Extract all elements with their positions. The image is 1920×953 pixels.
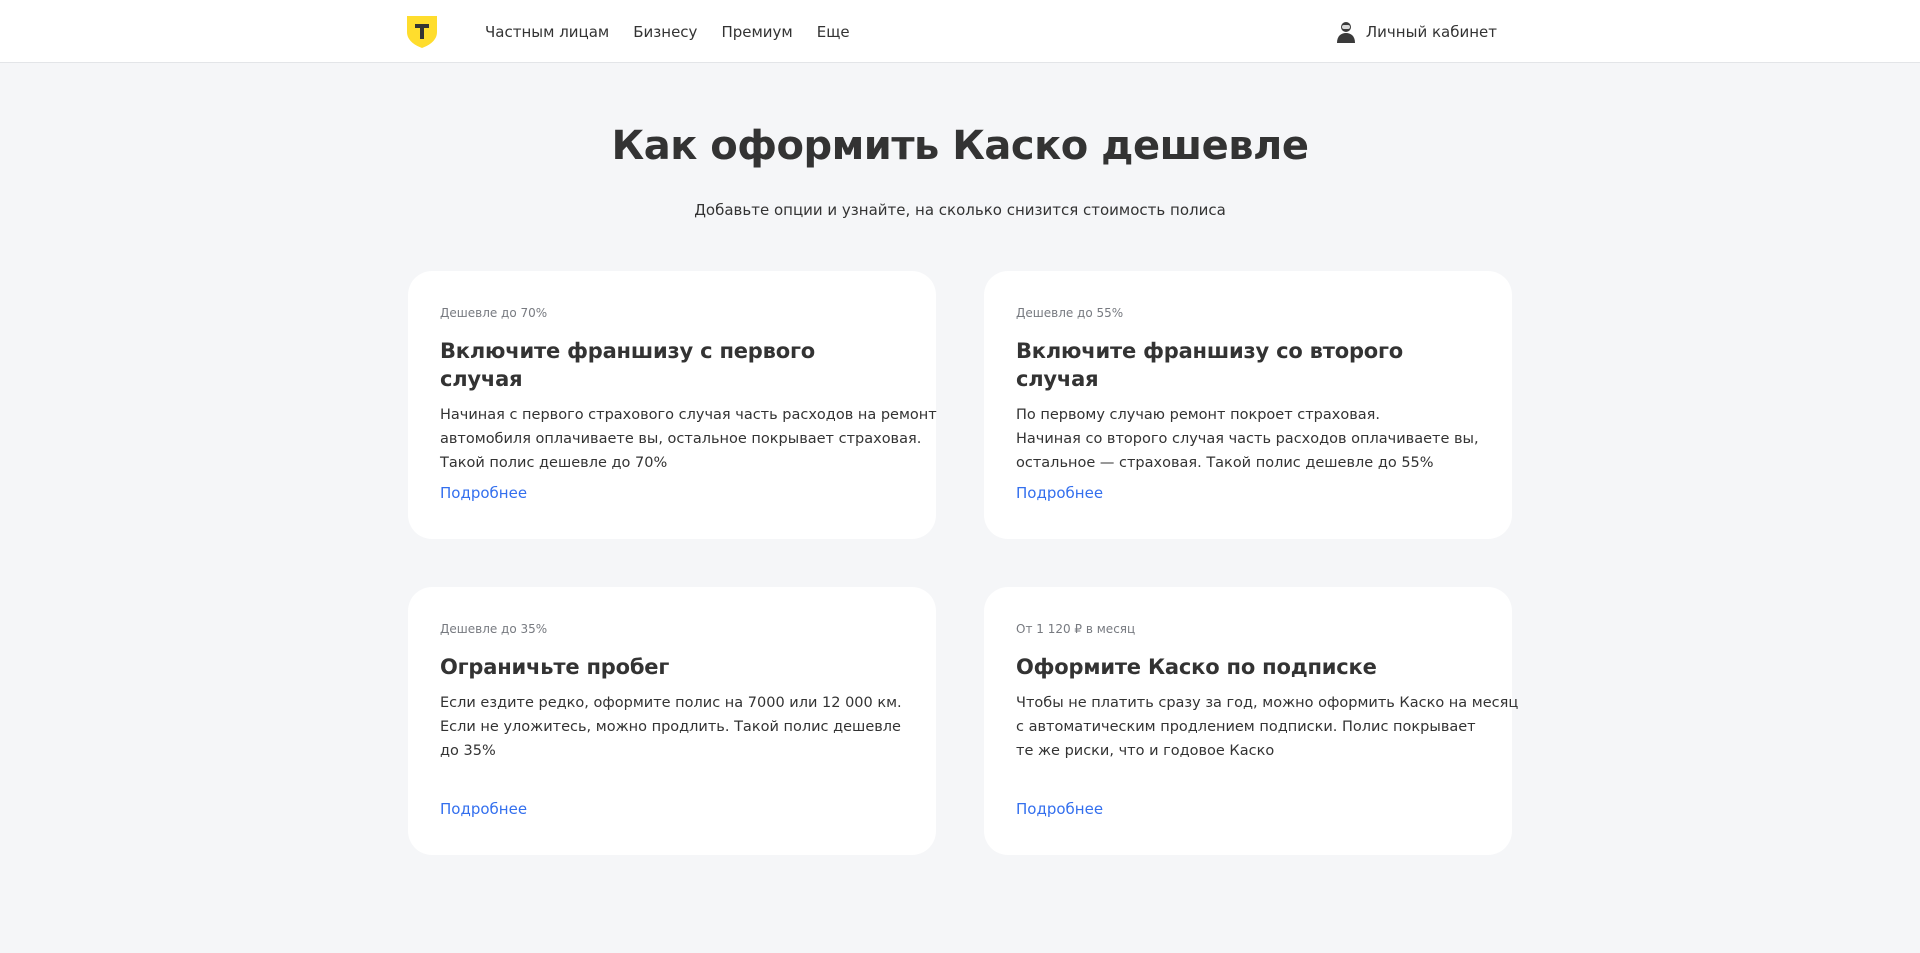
card-description-line: Начиная со второго случая часть расходов… [1016, 431, 1479, 447]
option-card-mileage-limit: Дешевле до 35% Ограничьте пробег Если ез… [408, 587, 936, 855]
card-description-line: Чтобы не платить сразу за год, можно офо… [1016, 695, 1519, 711]
option-card-first-deductible: Дешевле до 70% Включите франшизу с перво… [408, 271, 937, 539]
card-title: Оформите Каско по подписке [1016, 655, 1377, 679]
card-description: Начиная с первого страхового случая част… [440, 403, 937, 475]
card-title: Включите франшизу со второго случая [1016, 339, 1404, 391]
card-description-line: те же риски, что и годовое Каско [1016, 743, 1275, 759]
option-card-second-deductible: Дешевле до 55% Включите франшизу со втор… [984, 271, 1512, 539]
top-navigation-bar: Частным лицам Бизнесу Премиум Еще Личный… [0, 0, 1920, 63]
option-card-subscription: От 1 120 ₽ в месяц Оформите Каско по под… [984, 587, 1519, 855]
nav-item-individuals[interactable]: Частным лицам [485, 23, 609, 41]
options-card-grid: Дешевле до 70% Включите франшизу с перво… [408, 271, 1519, 855]
more-link[interactable]: Подробнее [1016, 484, 1103, 502]
card-description-line: автомобиля оплачиваете вы, остальное пок… [440, 431, 922, 447]
card-title: Включите франшизу с первого случая [440, 339, 815, 391]
card-description-line: По первому случаю ремонт покроет страхов… [1016, 407, 1380, 423]
nav-item-more[interactable]: Еще [817, 23, 850, 41]
card-description-line: до 35% [440, 743, 496, 759]
user-icon [1336, 21, 1355, 43]
card-badge: Дешевле до 55% [1016, 306, 1124, 320]
card-description-line: Начиная с первого страхового случая част… [440, 407, 937, 423]
account-label: Личный кабинет [1365, 22, 1497, 41]
page-title: Как оформить Каско дешевле [611, 123, 1309, 169]
more-link[interactable]: Подробнее [1016, 800, 1103, 818]
more-link[interactable]: Подробнее [440, 484, 527, 502]
nav-item-premium[interactable]: Премиум [721, 23, 792, 41]
card-description-line: остальное — страховая. Такой полис дешев… [1016, 455, 1434, 471]
card-description: Чтобы не платить сразу за год, можно офо… [1016, 691, 1519, 763]
card-description-line: с автоматическим продлением подписки. По… [1016, 719, 1476, 735]
card-badge: Дешевле до 35% [440, 622, 548, 636]
main-nav: Частным лицам Бизнесу Премиум Еще [485, 23, 850, 41]
card-description: По первому случаю ремонт покроет страхов… [1016, 403, 1480, 475]
account-link[interactable]: Личный кабинет [1336, 21, 1497, 43]
shield-logo-icon[interactable] [407, 15, 437, 48]
card-description: Если ездите редко, оформите полис на 700… [440, 691, 904, 763]
card-description-line: Такой полис дешевле до 70% [440, 455, 668, 471]
page-subtitle: Добавьте опции и узнайте, на сколько сни… [694, 201, 1226, 219]
more-link[interactable]: Подробнее [440, 800, 527, 818]
card-badge: Дешевле до 70% [440, 306, 548, 320]
card-badge: От 1 120 ₽ в месяц [1016, 622, 1136, 636]
top-navigation-inner: Частным лицам Бизнесу Премиум Еще Личный… [407, 0, 1497, 63]
card-description-line: Если не уложитесь, можно продлить. Такой… [440, 719, 901, 735]
card-description-line: Если ездите редко, оформите полис на 700… [440, 695, 902, 711]
nav-item-business[interactable]: Бизнесу [633, 23, 697, 41]
card-title: Ограничьте пробег [440, 655, 670, 679]
